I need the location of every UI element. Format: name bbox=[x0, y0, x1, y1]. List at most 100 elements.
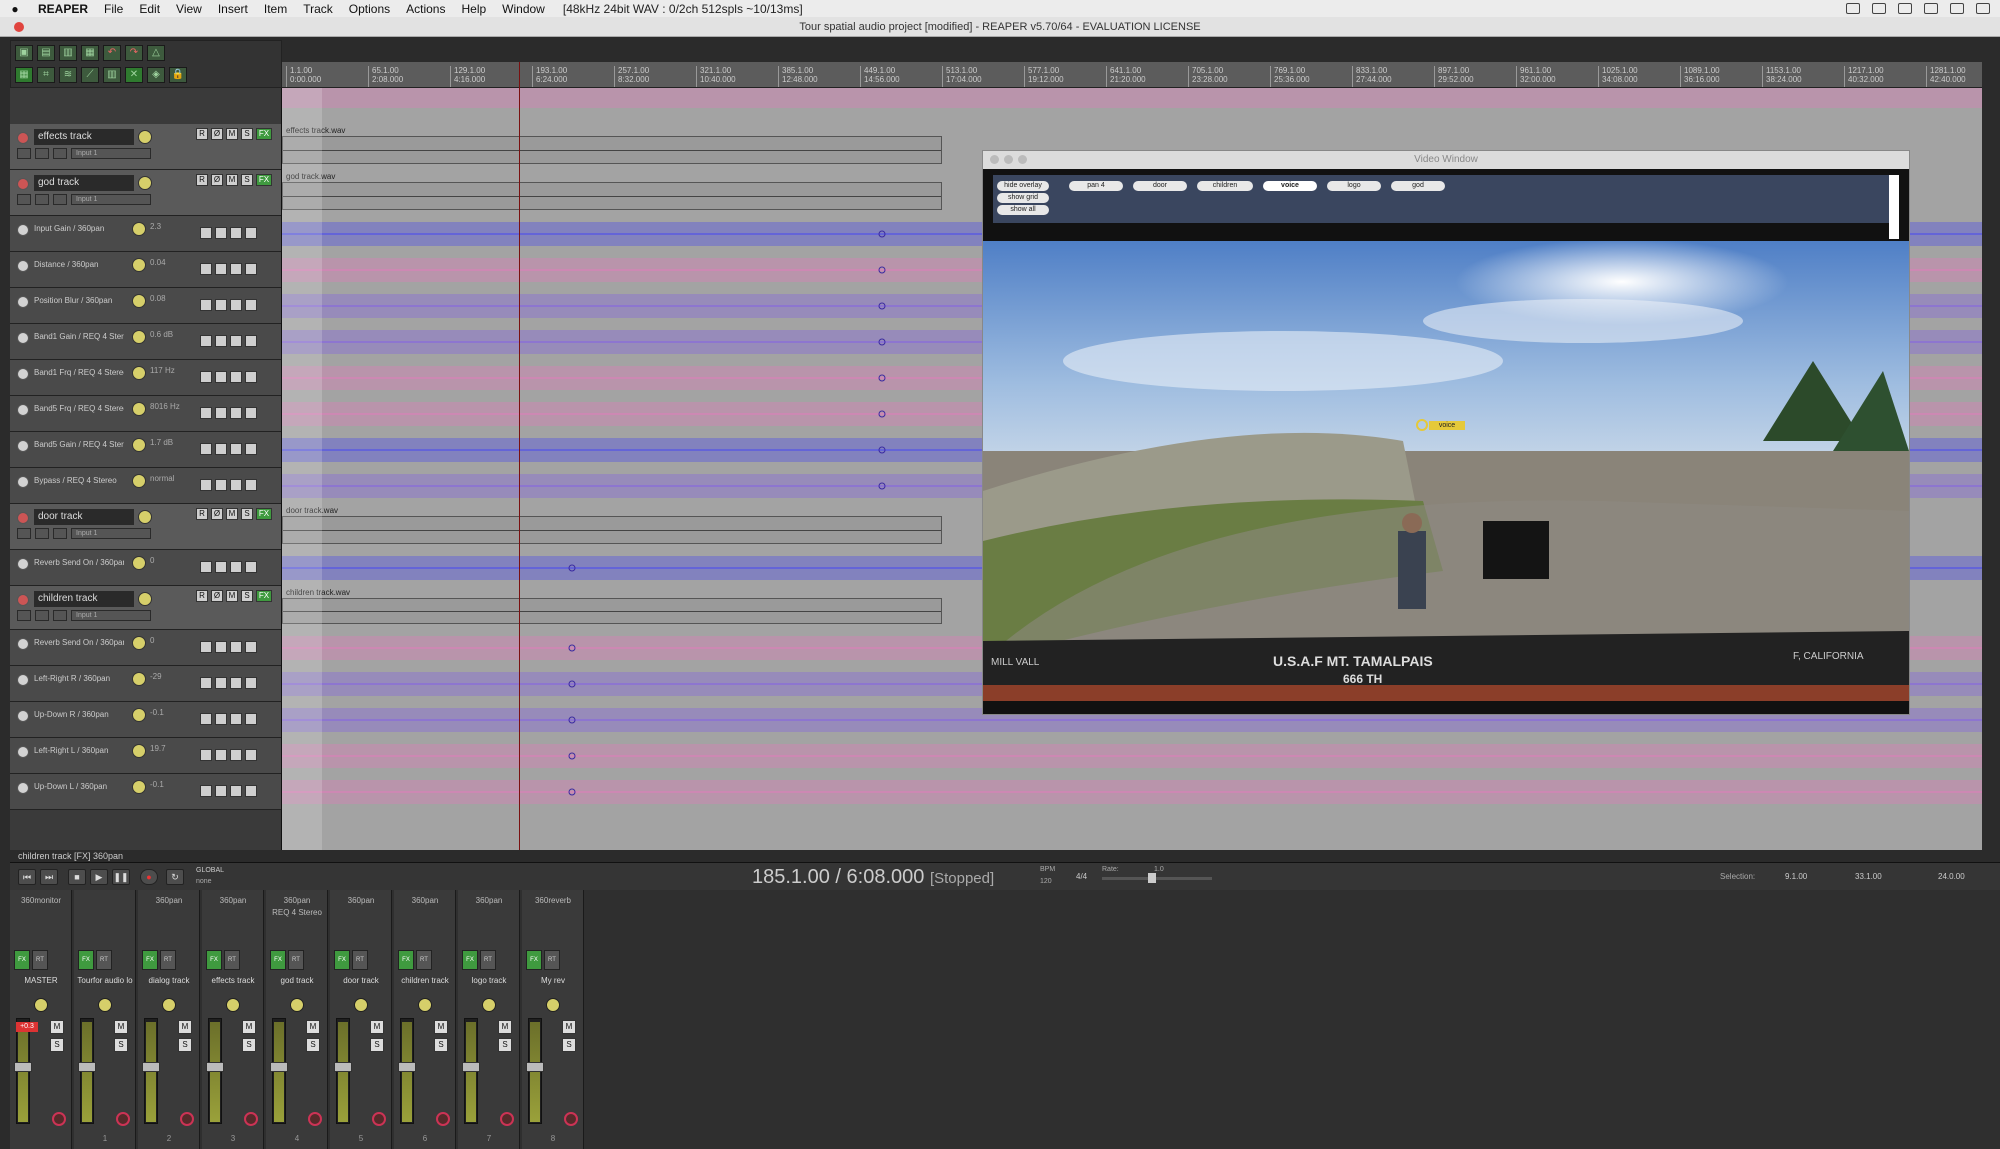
envelope-arm-toggle[interactable] bbox=[245, 443, 257, 455]
menu-help[interactable]: Help bbox=[453, 2, 494, 16]
envelope-value-knob[interactable] bbox=[132, 636, 146, 650]
envelope-value-knob[interactable] bbox=[132, 708, 146, 722]
pan-knob[interactable] bbox=[546, 998, 560, 1012]
solo-button[interactable]: S bbox=[50, 1038, 64, 1052]
record-mode-button[interactable] bbox=[35, 194, 49, 205]
envelope-value-knob[interactable] bbox=[132, 474, 146, 488]
envelope-header[interactable]: Reverb Send On / 360pan 0 bbox=[10, 630, 281, 666]
envelope-header[interactable]: Band5 Gain / REQ 4 Stereo 1.7 dB bbox=[10, 432, 281, 468]
solo-button[interactable]: S bbox=[178, 1038, 192, 1052]
track-header[interactable]: children track R Ø M S FX Input 1 bbox=[10, 586, 281, 630]
mute-button[interactable]: M bbox=[226, 128, 238, 140]
envelope-arm-toggle[interactable] bbox=[245, 641, 257, 653]
envelope-arm-toggle[interactable] bbox=[245, 371, 257, 383]
volume-fader[interactable] bbox=[462, 1062, 480, 1072]
lock-icon[interactable]: 🔒 bbox=[169, 67, 187, 83]
envelope-bypass-button[interactable] bbox=[200, 479, 212, 491]
envelope-lane-fill[interactable] bbox=[282, 88, 1982, 108]
envelope-header[interactable]: Left-Right R / 360pan -29 bbox=[10, 666, 281, 702]
stop-button[interactable]: ■ bbox=[68, 869, 86, 885]
solo-button[interactable]: S bbox=[498, 1038, 512, 1052]
envelope-arm-toggle[interactable] bbox=[245, 749, 257, 761]
envelope-hide-button[interactable] bbox=[230, 749, 242, 761]
mute-button[interactable]: M bbox=[226, 508, 238, 520]
tag-logo[interactable]: logo bbox=[1327, 181, 1381, 191]
routing-button[interactable]: RT bbox=[96, 950, 112, 970]
track-name[interactable]: children track bbox=[34, 591, 134, 607]
menu-actions[interactable]: Actions bbox=[398, 2, 453, 16]
fx-button[interactable]: FX bbox=[256, 128, 272, 140]
volume-fader[interactable] bbox=[142, 1062, 160, 1072]
monitor-button[interactable] bbox=[17, 148, 31, 159]
envelope-hide-button[interactable] bbox=[230, 371, 242, 383]
envelope-arm-button[interactable] bbox=[17, 440, 29, 452]
track-name[interactable]: god track bbox=[34, 175, 134, 191]
envelope-mode-button[interactable] bbox=[215, 443, 227, 455]
selection-length[interactable]: 24.0.00 bbox=[1938, 872, 1965, 881]
menu-app[interactable]: REAPER bbox=[30, 2, 96, 16]
record-arm-button[interactable] bbox=[116, 1112, 130, 1126]
envelope-arm-toggle[interactable] bbox=[245, 263, 257, 275]
envelope-mode-button[interactable] bbox=[215, 713, 227, 725]
envelope-value-knob[interactable] bbox=[132, 744, 146, 758]
envelope-header[interactable]: Input Gain / 360pan 2.3 bbox=[10, 216, 281, 252]
tag-children[interactable]: children bbox=[1197, 181, 1253, 191]
route-button[interactable]: R bbox=[196, 508, 208, 520]
envelope-header[interactable]: Position Blur / 360pan 0.08 bbox=[10, 288, 281, 324]
mute-button[interactable]: M bbox=[306, 1020, 320, 1034]
phase-button[interactable]: Ø bbox=[211, 128, 223, 140]
project-settings-icon[interactable]: ▦ bbox=[81, 45, 99, 61]
close-window-button[interactable] bbox=[14, 22, 24, 32]
record-arm-button[interactable] bbox=[17, 594, 29, 606]
envelope-hide-button[interactable] bbox=[230, 443, 242, 455]
rate-slider[interactable] bbox=[1102, 877, 1212, 880]
envelope-hide-button[interactable] bbox=[230, 479, 242, 491]
envelope-value-knob[interactable] bbox=[132, 672, 146, 686]
envelope-mode-button[interactable] bbox=[215, 749, 227, 761]
menu-options[interactable]: Options bbox=[341, 2, 398, 16]
volume-knob[interactable] bbox=[138, 130, 152, 144]
monitor-button[interactable] bbox=[17, 610, 31, 621]
phase-button[interactable]: Ø bbox=[211, 174, 223, 186]
envelope-header[interactable]: Band1 Gain / REQ 4 Stereo 0.6 dB bbox=[10, 324, 281, 360]
record-arm-button[interactable] bbox=[500, 1112, 514, 1126]
media-item[interactable]: effects track.wav bbox=[282, 126, 942, 164]
volume-fader[interactable] bbox=[206, 1062, 224, 1072]
solo-button[interactable]: S bbox=[114, 1038, 128, 1052]
routing-button[interactable]: RT bbox=[32, 950, 48, 970]
channel-name[interactable]: dialog track bbox=[138, 976, 200, 985]
fx-slot[interactable]: 360pan bbox=[394, 896, 456, 905]
solo-button[interactable]: S bbox=[242, 1038, 256, 1052]
envelope-mode-button[interactable] bbox=[215, 561, 227, 573]
envelope-header[interactable]: Bypass / REQ 4 Stereo normal bbox=[10, 468, 281, 504]
envelope-mode-button[interactable] bbox=[215, 227, 227, 239]
tag-god[interactable]: god bbox=[1391, 181, 1445, 191]
envelope-arm-button[interactable] bbox=[17, 260, 29, 272]
global-automation-mode[interactable]: none bbox=[196, 878, 212, 885]
solo-button[interactable]: S bbox=[241, 174, 253, 186]
menu-item[interactable]: Item bbox=[256, 2, 295, 16]
record-arm-button[interactable] bbox=[436, 1112, 450, 1126]
input-button[interactable] bbox=[53, 528, 67, 539]
input-select[interactable]: Input 1 bbox=[71, 610, 151, 621]
record-arm-button[interactable] bbox=[244, 1112, 258, 1126]
volume-icon[interactable] bbox=[1976, 3, 1990, 14]
envelope-bypass-button[interactable] bbox=[200, 713, 212, 725]
envelope-arm-button[interactable] bbox=[17, 368, 29, 380]
rate-slider-handle[interactable] bbox=[1148, 873, 1156, 883]
clock-icon[interactable] bbox=[1924, 3, 1938, 14]
volume-fader[interactable] bbox=[526, 1062, 544, 1072]
mute-button[interactable]: M bbox=[242, 1020, 256, 1034]
timeline-ruler[interactable]: 1.1.00 0:00.000 65.1.00 2:08.000 129.1.00 4:1… bbox=[282, 62, 1982, 88]
route-button[interactable]: R bbox=[196, 174, 208, 186]
envelope-hide-button[interactable] bbox=[230, 785, 242, 797]
input-select[interactable]: Input 1 bbox=[71, 528, 151, 539]
play-button[interactable]: ▶ bbox=[90, 869, 108, 885]
channel-name[interactable]: Tourfor audio lo bbox=[74, 976, 136, 985]
envelope-hide-button[interactable] bbox=[230, 407, 242, 419]
envelope-value-knob[interactable] bbox=[132, 330, 146, 344]
fx-button[interactable]: FX bbox=[270, 950, 286, 970]
envelope-hide-button[interactable] bbox=[230, 713, 242, 725]
volume-fader[interactable] bbox=[398, 1062, 416, 1072]
display-icon[interactable] bbox=[1872, 3, 1886, 14]
